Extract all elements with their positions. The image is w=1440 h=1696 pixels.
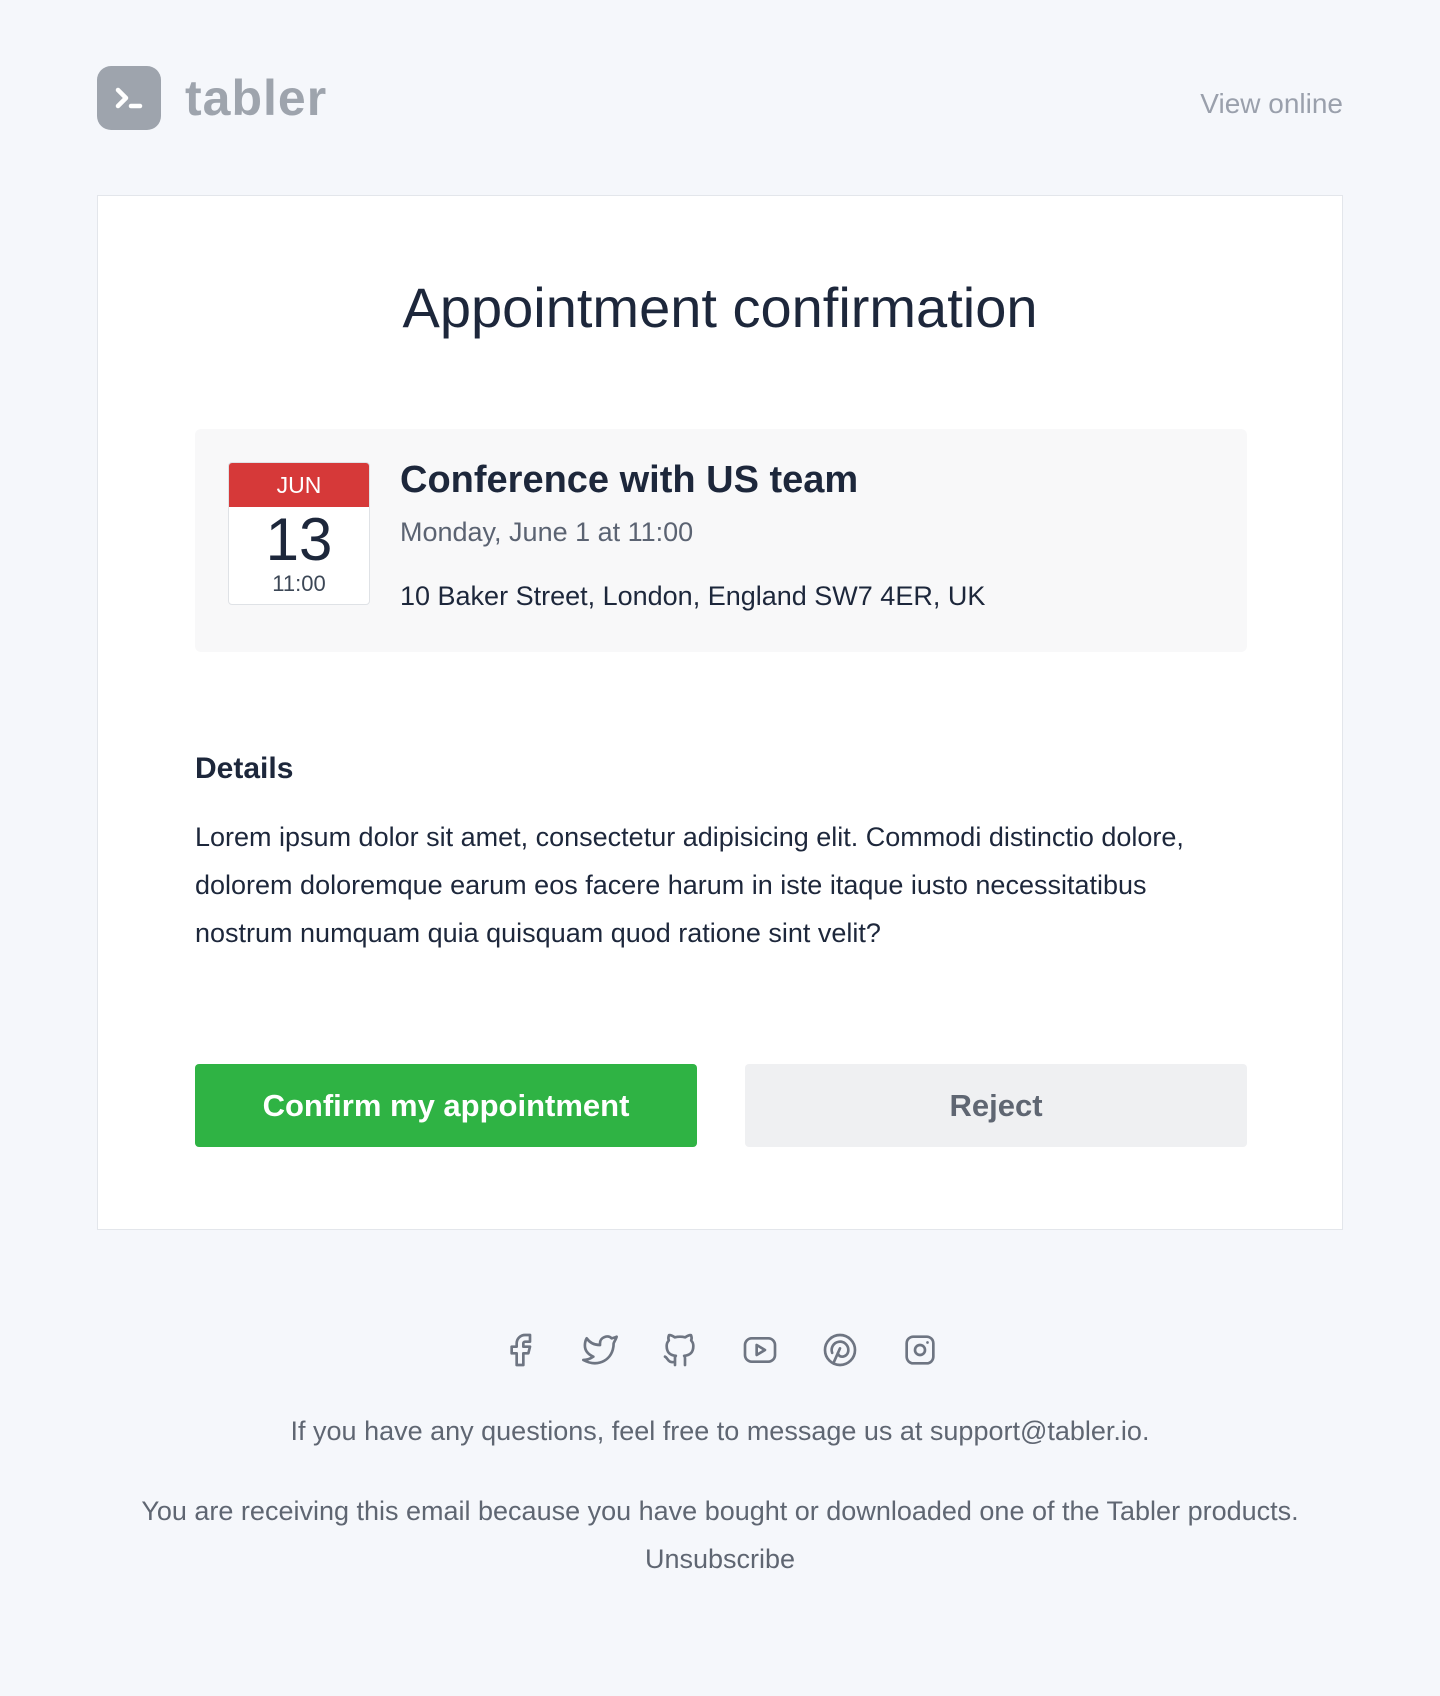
- event-date: Monday, June 1 at 11:00: [400, 517, 694, 547]
- details-text: Lorem ipsum dolor sit amet, consectetur …: [195, 822, 1184, 948]
- unsubscribe-link[interactable]: Unsubscribe: [0, 1544, 1440, 1575]
- appointment-card: JUN 13 11:00 Conference with US team Mon…: [97, 195, 1343, 1230]
- terminal-icon: [97, 66, 161, 130]
- twitter-icon[interactable]: [580, 1330, 620, 1370]
- support-message: If you have any questions, feel free to …: [290, 1416, 1150, 1446]
- pinterest-icon[interactable]: [820, 1330, 860, 1370]
- brand-name: tabler: [185, 70, 328, 126]
- email-container: tabler View online JUN 13 11:00 Conferen…: [97, 0, 1343, 1230]
- instagram-icon[interactable]: [900, 1330, 940, 1370]
- view-online-link[interactable]: View online: [1200, 88, 1343, 120]
- brand-logo[interactable]: tabler: [97, 66, 327, 130]
- calendar-time: 11:00: [272, 571, 326, 596]
- calendar-date-badge: JUN 13 11:00: [228, 462, 370, 605]
- confirm-appointment-button[interactable]: Confirm my appointment: [195, 1064, 697, 1147]
- details-heading: Details: [195, 752, 294, 785]
- calendar-day: 13: [265, 506, 333, 573]
- event-summary: JUN 13 11:00 Conference with US team Mon…: [195, 429, 1247, 652]
- calendar-month: JUN: [229, 463, 369, 507]
- receiving-notice: You are receiving this email because you…: [141, 1496, 1299, 1526]
- social-links: [0, 1330, 1440, 1370]
- github-icon[interactable]: [660, 1330, 700, 1370]
- event-address: 10 Baker Street, London, England SW7 4ER…: [400, 581, 986, 611]
- facebook-icon[interactable]: [500, 1330, 540, 1370]
- event-title: Conference with US team: [400, 459, 859, 501]
- email-header: tabler View online: [97, 0, 1343, 196]
- reject-button[interactable]: Reject: [745, 1064, 1247, 1147]
- page-title: Appointment confirmation: [402, 276, 1038, 339]
- youtube-icon[interactable]: [740, 1330, 780, 1370]
